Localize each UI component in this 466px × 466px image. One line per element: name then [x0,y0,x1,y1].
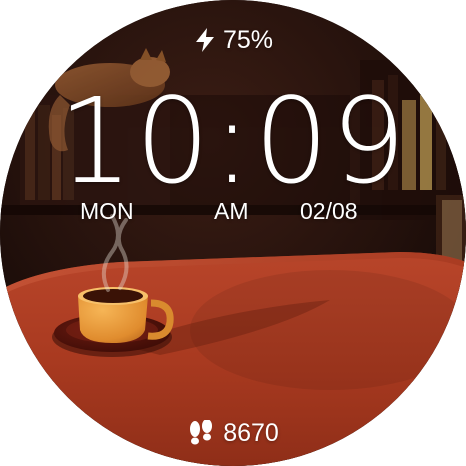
date-row: MON AM 02/08 [0,198,466,228]
date-label: 02/08 [300,198,358,224]
steps-counter[interactable]: 8670 [0,416,466,450]
watch-face: 75% 10:09 MON AM 02/08 8670 [0,0,466,466]
weekday-label: MON [80,198,134,224]
am-pm-label: AM [214,198,249,224]
battery-level: 75% [222,25,274,54]
background-scene [0,0,466,466]
footprints-icon [190,420,213,445]
steps-count: 8670 [223,418,279,447]
battery-indicator: 75% [0,22,466,58]
clock-time: 10:09 [57,72,409,210]
charging-bolt-icon [195,28,214,52]
